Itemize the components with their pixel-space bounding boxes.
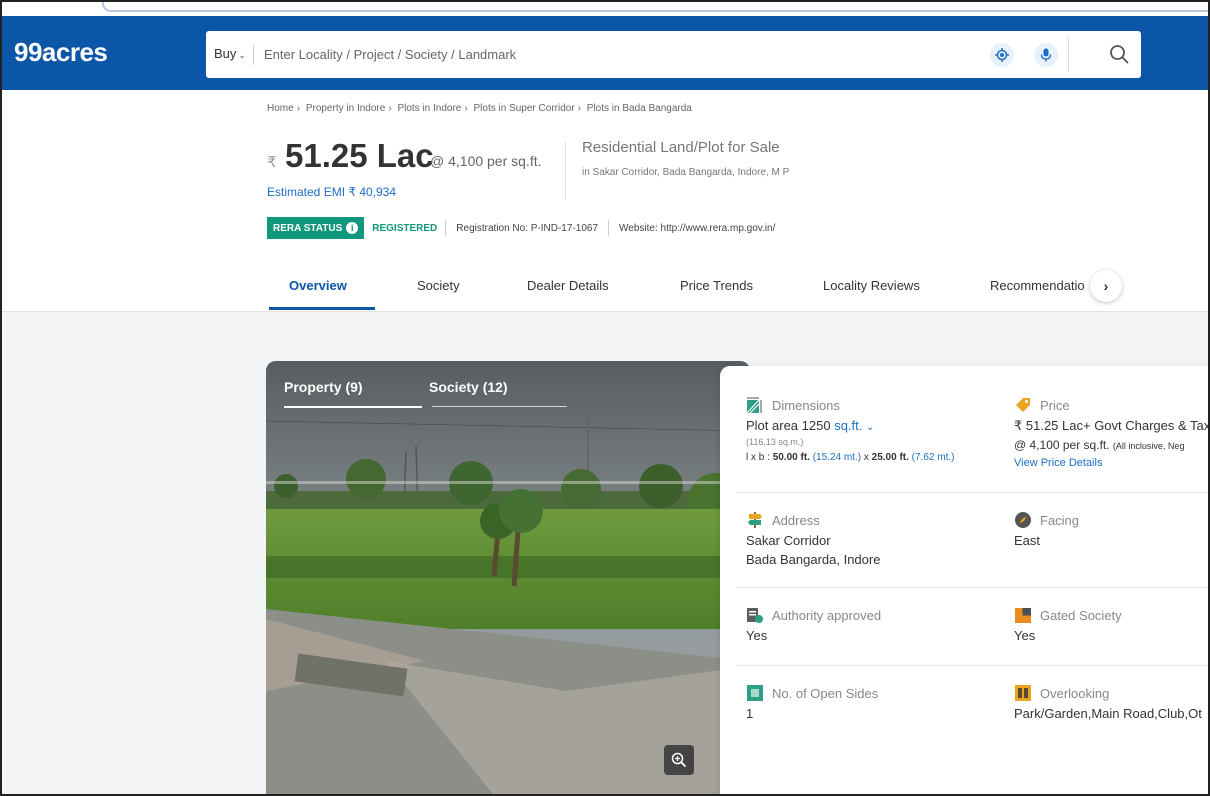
breadcrumb-home[interactable]: Home (267, 103, 294, 114)
estimated-emi-link[interactable]: Estimated EMI ₹ 40,934 (267, 185, 396, 199)
plot-area-value: Plot area 1250 (746, 418, 831, 433)
breadcrumb-plots-indore[interactable]: Plots in Indore (397, 103, 461, 114)
location-target-icon (995, 48, 1009, 62)
gallery-tab-society[interactable]: Society (12) (429, 379, 508, 395)
authority-value: Yes (746, 628, 768, 643)
address-line-1: Sakar Corridor (746, 533, 831, 548)
price-tag-icon (1014, 396, 1032, 414)
price-label: Price (1040, 397, 1070, 413)
length-ft: 50.00 ft. (772, 452, 810, 463)
rera-status-value: REGISTERED (372, 222, 438, 234)
lxb-prefix: l x b : (746, 452, 773, 463)
address-label: Address (772, 512, 820, 528)
open-sides-value: 1 (746, 706, 754, 721)
buy-dropdown[interactable]: Buy ⌄ (214, 46, 246, 61)
tab-locality-reviews[interactable]: Locality Reviews (823, 278, 920, 293)
rera-status-badge[interactable]: RERA STATUS i (267, 217, 365, 239)
tab-recommendations[interactable]: Recommendatio (990, 278, 1096, 293)
unit-label: sq.ft. (834, 418, 863, 433)
length-m: (15.24 mt.) (812, 452, 862, 463)
overlooking-icon (1014, 684, 1032, 702)
breadth-m: (7.62 mt.) (911, 452, 955, 463)
dimensions-cell: Dimensions Plot area 1250 sq.ft. ⌄ (116.… (746, 396, 954, 463)
search-icon[interactable] (1108, 43, 1130, 65)
gated-value: Yes (1014, 628, 1036, 643)
overlooking-cell: Overlooking Park/Garden,Main Road,Club,O… (1014, 684, 1202, 721)
search-bar: Buy ⌄ (206, 31, 1141, 78)
search-input[interactable] (264, 41, 964, 68)
photo-gallery[interactable]: Property (9) Society (12) (266, 361, 750, 794)
voice-search-button[interactable] (1034, 43, 1058, 67)
gallery-tabs: Property (9) Society (12) (284, 379, 574, 409)
rera-website: Website: http://www.rera.mp.gov.in/ (619, 222, 776, 234)
breadcrumb-plots-bada-bangarda[interactable]: Plots in Bada Bangarda (587, 103, 692, 114)
price-value: 51.25 Lac (285, 137, 434, 174)
rera-bar: RERA STATUS i REGISTERED Registration No:… (267, 217, 785, 239)
price-detail-value: ₹ 51.25 Lac+ Govt Charges & Tax (1014, 418, 1210, 433)
plot-area-sqm: (116.13 sq.m.) (746, 437, 804, 447)
info-icon[interactable]: i (346, 222, 359, 234)
facing-cell: Facing East (1014, 511, 1079, 548)
property-details-card: Dimensions Plot area 1250 sq.ft. ⌄ (116.… (720, 366, 1210, 794)
authority-icon (746, 606, 764, 624)
address-line-2: Bada Bangarda, Indore (746, 552, 881, 567)
authority-label: Authority approved (772, 607, 882, 623)
signpost-icon (746, 511, 764, 529)
unit-selector[interactable]: sq.ft. ⌄ (834, 418, 874, 433)
gated-label: Gated Society (1040, 607, 1122, 623)
open-sides-label: No. of Open Sides (772, 685, 879, 701)
property-photo (266, 361, 750, 794)
rera-registration-number: Registration No: P-IND-17-1067 (456, 222, 599, 234)
page-frame: 99acres Buy⌄ Home› Property in Indore› P… (0, 0, 1210, 796)
breadth-ft: 25.00 ft. (871, 452, 909, 463)
view-price-details-link[interactable]: View Price Details (1014, 457, 1208, 469)
currency-symbol: ₹ (267, 154, 277, 171)
tab-society[interactable]: Society (417, 278, 460, 293)
chevron-down-icon: ⌄ (866, 422, 875, 433)
price-per-sqft: @ 4,100 per sq.ft. (430, 153, 542, 169)
open-sides-cell: No. of Open Sides 1 (746, 684, 878, 721)
gated-cell: Gated Society Yes (1014, 606, 1122, 644)
rera-status-label: RERA STATUS (273, 222, 343, 234)
address-cell: Address Sakar Corridor Bada Bangarda, In… (746, 511, 880, 567)
breadcrumb: Home › Property in Indore › Plots in Indor… (267, 103, 692, 114)
dimensions-icon (746, 396, 764, 414)
facing-value: East (1014, 533, 1041, 548)
chevron-right-icon: › (1103, 278, 1109, 294)
breadcrumb-property-indore[interactable]: Property in Indore (306, 103, 386, 114)
active-tab-indicator (269, 307, 375, 310)
gallery-tab-property[interactable]: Property (9) (284, 379, 363, 395)
tabs-next-button[interactable]: › (1090, 270, 1122, 302)
overlooking-label: Overlooking (1040, 685, 1110, 701)
tab-overview[interactable]: Overview (289, 278, 347, 293)
price-note: (All inclusive, Neg (1112, 441, 1185, 451)
chevron-down-icon: ⌄ (238, 50, 246, 60)
property-summary: Home › Property in Indore › Plots in Indor… (2, 90, 1208, 312)
price-cell: Price ₹ 51.25 Lac+ Govt Charges & Tax @ … (1014, 396, 1210, 470)
plot-dimensions: l x b : 50.00 ft. (15.24 mt.) x 25.00 ft… (746, 452, 954, 463)
tab-price-trends[interactable]: Price Trends (680, 278, 753, 293)
open-sides-icon (746, 684, 764, 702)
price-per-sqft-detail: @ 4,100 per sq.ft. (1014, 438, 1110, 452)
section-tabs: Overview Society Dealer Details Price Tr… (267, 270, 1147, 312)
property-location: in Sakar Corridor, Bada Bangarda, Indore… (582, 167, 790, 178)
breadcrumb-plots-super-corridor[interactable]: Plots in Super Corridor (474, 103, 575, 114)
location-button[interactable] (990, 43, 1014, 67)
tab-dealer-details[interactable]: Dealer Details (527, 278, 609, 293)
dimensions-label: Dimensions (772, 397, 840, 413)
site-logo[interactable]: 99acres (14, 37, 108, 68)
by-sign: x (861, 452, 872, 463)
authority-cell: Authority approved Yes (746, 606, 882, 644)
gated-icon (1014, 606, 1032, 624)
buy-label: Buy (214, 46, 237, 61)
microphone-icon (1040, 48, 1052, 62)
facing-label: Facing (1040, 512, 1080, 528)
compass-icon (1014, 511, 1032, 529)
site-header: 99acres Buy ⌄ (2, 16, 1208, 90)
zoom-in-icon (671, 752, 687, 768)
property-type: Residential Land/Plot for Sale (582, 139, 780, 156)
zoom-button[interactable] (664, 745, 694, 775)
browser-top-strip (2, 2, 1208, 16)
overlooking-value: Park/Garden,Main Road,Club,Ot (1014, 706, 1202, 721)
